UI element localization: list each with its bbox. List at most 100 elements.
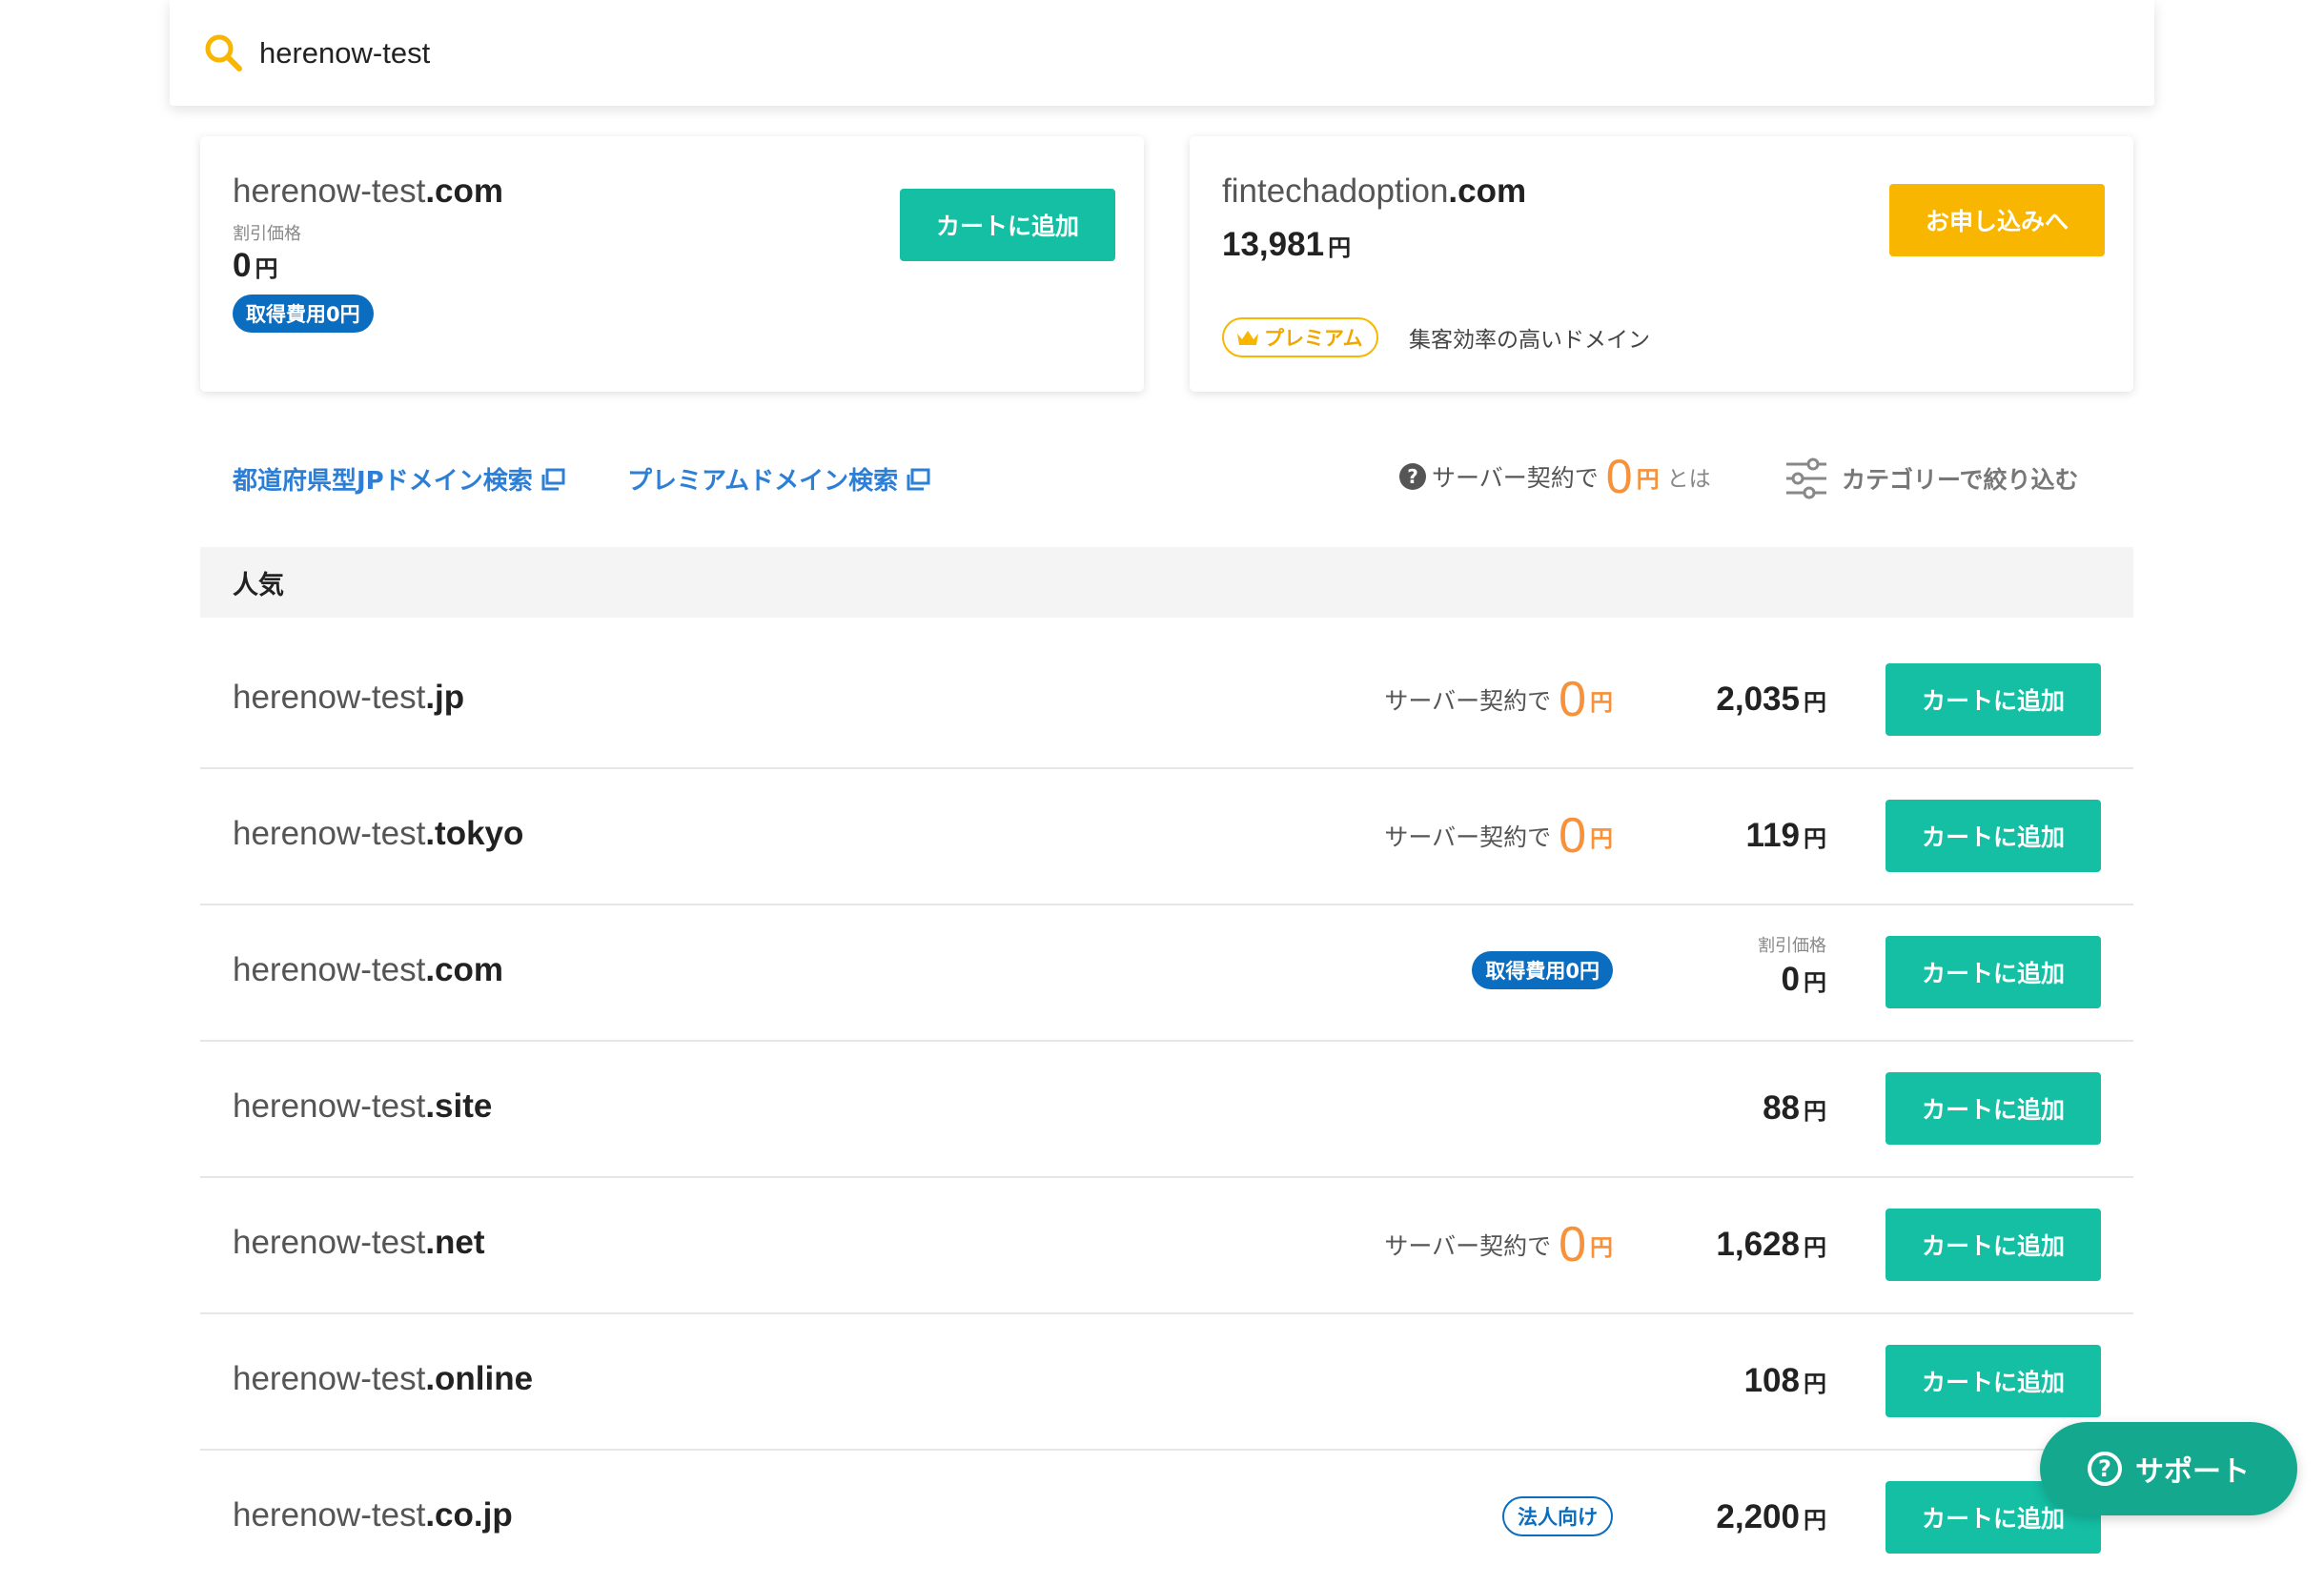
- promo-yen: 円: [1590, 1233, 1613, 1261]
- card-domain-tld: .com: [425, 173, 504, 210]
- promo-yen: 円: [1590, 824, 1613, 852]
- row-price-yen: 円: [1804, 1507, 1826, 1534]
- external-link-icon: [541, 468, 565, 490]
- premium-domain-search-link[interactable]: プレミアムドメイン検索: [627, 461, 930, 497]
- server-note-yen: 円: [1636, 465, 1660, 493]
- server-contract-info-link[interactable]: ? サーバー契約で 0 円 とは: [1399, 450, 1711, 503]
- add-to-cart-button[interactable]: カートに追加: [1886, 1345, 2101, 1417]
- card-price-yen: 円: [255, 255, 278, 282]
- row-domain-tld: .net: [425, 1224, 485, 1261]
- server-note-zero: 0: [1605, 450, 1633, 503]
- search-input[interactable]: [257, 21, 2072, 86]
- search-icon: [205, 34, 242, 71]
- row-price-value: 88: [1763, 1089, 1800, 1127]
- acquisition-fee-badge-wrap: 取得費用0円: [1472, 951, 1613, 989]
- row-domain-tld: .com: [425, 951, 504, 988]
- premium-link-label: プレミアムドメイン検索: [627, 467, 899, 496]
- row-domain: herenow-test.tokyo: [233, 815, 523, 853]
- premium-domain-card: fintechadoption.com 13,981 円 プレミアム 集客効率の高…: [1190, 136, 2133, 392]
- acquisition-fee-badge: 取得費用0円: [1472, 951, 1613, 989]
- domain-row: herenow-test.site 88 円 カートに追加: [200, 1040, 2133, 1178]
- premium-card-price: 13,981 円: [1222, 226, 1351, 264]
- row-price: 2,035 円: [1716, 681, 1826, 719]
- promo-zero: 0: [1559, 1217, 1586, 1272]
- premium-domain-name: fintechadoption: [1222, 173, 1449, 210]
- corporate-badge-wrap: 法人向け: [1502, 1496, 1613, 1536]
- server-note-suffix: とは: [1666, 467, 1711, 492]
- row-domain-tld: .jp: [425, 679, 465, 716]
- acquisition-fee-badge: 取得費用0円: [233, 295, 374, 333]
- promo-yen: 円: [1590, 688, 1613, 716]
- search-bar: [170, 0, 2154, 106]
- row-domain: herenow-test.net: [233, 1224, 485, 1262]
- add-to-cart-button[interactable]: カートに追加: [1886, 936, 2101, 1008]
- row-domain-name: herenow-test: [233, 1087, 426, 1125]
- row-price-value: 0: [1781, 961, 1800, 998]
- prefecture-link-label: 都道府県型JPドメイン検索: [233, 467, 533, 496]
- filter-label: カテゴリーで絞り込む: [1842, 466, 2079, 494]
- card-domain: herenow-test.com: [233, 173, 503, 211]
- section-header: 人気: [200, 547, 2133, 618]
- sliders-icon: [1786, 457, 1826, 499]
- corporate-badge: 法人向け: [1502, 1496, 1613, 1536]
- row-domain-name: herenow-test: [233, 1360, 426, 1397]
- row-price-value: 119: [1745, 817, 1800, 854]
- server-promo: サーバー契約で 0 円: [1384, 1220, 1613, 1270]
- row-domain: herenow-test.jp: [233, 679, 464, 717]
- support-label: サポート: [2135, 1455, 2250, 1489]
- acquisition-fee-badge-wrap: 取得費用0円: [233, 295, 374, 333]
- row-price-value: 2,200: [1716, 1498, 1800, 1535]
- row-domain: herenow-test.online: [233, 1360, 533, 1398]
- apply-button[interactable]: お申し込みへ: [1889, 184, 2105, 256]
- question-icon: ?: [1399, 463, 1426, 490]
- row-domain-name: herenow-test: [233, 815, 426, 852]
- prefecture-jp-domain-search-link[interactable]: 都道府県型JPドメイン検索: [233, 461, 565, 497]
- server-promo: サーバー契約で 0 円: [1384, 675, 1613, 724]
- row-domain-tld: .co.jp: [425, 1496, 513, 1534]
- promo-zero: 0: [1559, 672, 1586, 727]
- row-domain-tld: .online: [425, 1360, 534, 1397]
- server-note-prefix: サーバー契約で: [1432, 464, 1599, 492]
- crown-icon: [1237, 331, 1258, 345]
- row-domain: herenow-test.co.jp: [233, 1496, 513, 1534]
- add-to-cart-button[interactable]: カートに追加: [1886, 800, 2101, 872]
- row-price-yen: 円: [1804, 689, 1826, 716]
- domain-row: herenow-test.tokyo サーバー契約で 0 円 119 円 カートに追加: [200, 767, 2133, 905]
- row-price: 0円: [1758, 961, 1826, 999]
- promo-zero: 0: [1559, 808, 1586, 864]
- row-price-yen: 円: [1804, 1098, 1826, 1125]
- domain-row: herenow-test.jp サーバー契約で 0 円 2,035 円 カートに追加: [200, 631, 2133, 769]
- premium-description: 集客効率の高いドメイン: [1409, 328, 1650, 353]
- external-link-icon: [907, 468, 930, 490]
- row-price-yen: 円: [1804, 969, 1826, 996]
- add-to-cart-button[interactable]: カートに追加: [1886, 1072, 2101, 1145]
- add-to-cart-button[interactable]: カートに追加: [1886, 1209, 2101, 1281]
- card-price-value: 0: [233, 247, 252, 284]
- category-filter-button[interactable]: カテゴリーで絞り込む: [1784, 452, 2079, 505]
- help-icon: ?: [2088, 1452, 2122, 1486]
- card-domain-name: herenow-test: [233, 173, 426, 210]
- row-price-yen: 円: [1804, 1234, 1826, 1261]
- premium-price-value: 13,981: [1222, 226, 1325, 263]
- domain-row: herenow-test.net サーバー契約で 0 円 1,628 円 カートに追加: [200, 1176, 2133, 1314]
- add-to-cart-button[interactable]: カートに追加: [900, 189, 1115, 261]
- row-domain-name: herenow-test: [233, 951, 426, 988]
- suggested-domain-card: herenow-test.com 割引価格 0円 取得費用0円 カートに追加: [200, 136, 1144, 392]
- row-price-yen: 円: [1804, 825, 1826, 852]
- row-price: 108 円: [1744, 1362, 1826, 1400]
- row-price: 88 円: [1763, 1089, 1826, 1128]
- discount-label: 割引価格: [233, 224, 301, 244]
- promo-prefix: サーバー契約で: [1384, 823, 1552, 851]
- promo-prefix: サーバー契約で: [1384, 1232, 1552, 1260]
- row-domain-name: herenow-test: [233, 1496, 426, 1534]
- domain-row: herenow-test.co.jp 法人向け 2,200 円 カートに追加: [200, 1449, 2133, 1585]
- domain-row: herenow-test.com 取得費用0円 割引価格 0円 カートに追加: [200, 904, 2133, 1042]
- premium-price-yen: 円: [1328, 234, 1352, 261]
- add-to-cart-button[interactable]: カートに追加: [1886, 663, 2101, 736]
- row-price: 119 円: [1746, 817, 1826, 855]
- server-promo: サーバー契約で 0 円: [1384, 811, 1613, 861]
- row-domain: herenow-test.com: [233, 951, 503, 989]
- support-button[interactable]: ? サポート: [2040, 1422, 2297, 1515]
- row-price-yen: 円: [1804, 1371, 1826, 1397]
- row-domain-tld: .tokyo: [425, 815, 524, 852]
